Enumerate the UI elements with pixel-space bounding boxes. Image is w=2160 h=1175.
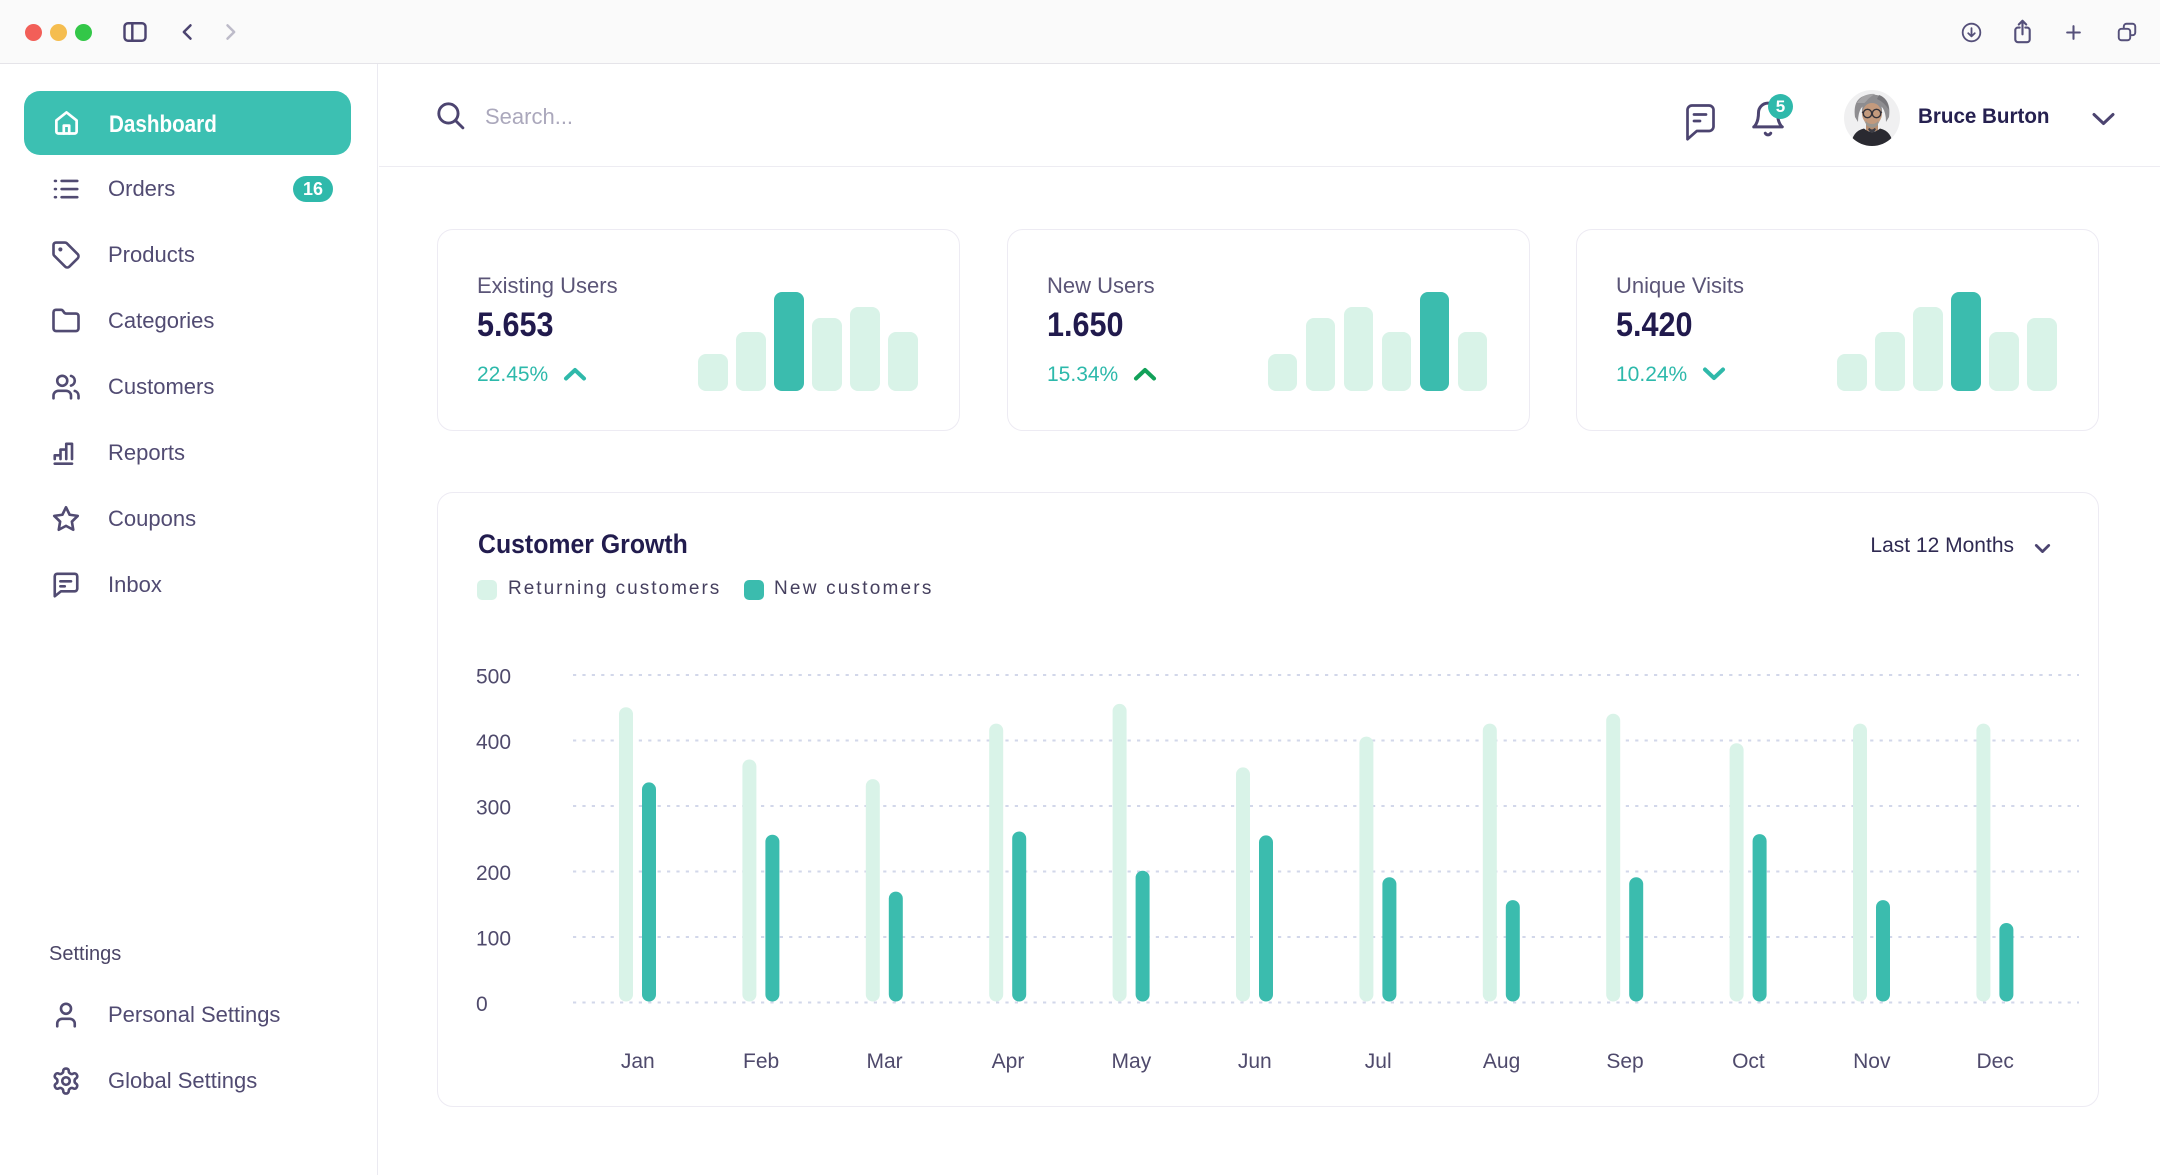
svg-text:Dec: Dec bbox=[1977, 1050, 2014, 1073]
svg-text:May: May bbox=[1112, 1050, 1152, 1073]
svg-text:Sep: Sep bbox=[1606, 1050, 1643, 1073]
svg-text:0: 0 bbox=[476, 993, 488, 1016]
svg-text:200: 200 bbox=[476, 862, 511, 885]
svg-text:Mar: Mar bbox=[867, 1050, 903, 1073]
svg-text:Apr: Apr bbox=[992, 1050, 1025, 1073]
svg-text:Nov: Nov bbox=[1853, 1050, 1891, 1073]
svg-text:300: 300 bbox=[476, 797, 511, 820]
svg-text:Jul: Jul bbox=[1365, 1050, 1392, 1073]
svg-text:100: 100 bbox=[476, 928, 511, 951]
svg-text:Jun: Jun bbox=[1238, 1050, 1272, 1073]
svg-text:Oct: Oct bbox=[1732, 1050, 1765, 1073]
svg-text:Jan: Jan bbox=[621, 1050, 655, 1073]
svg-text:400: 400 bbox=[476, 731, 511, 754]
svg-text:Feb: Feb bbox=[743, 1050, 779, 1073]
svg-text:500: 500 bbox=[476, 666, 511, 689]
svg-text:Aug: Aug bbox=[1483, 1050, 1520, 1073]
